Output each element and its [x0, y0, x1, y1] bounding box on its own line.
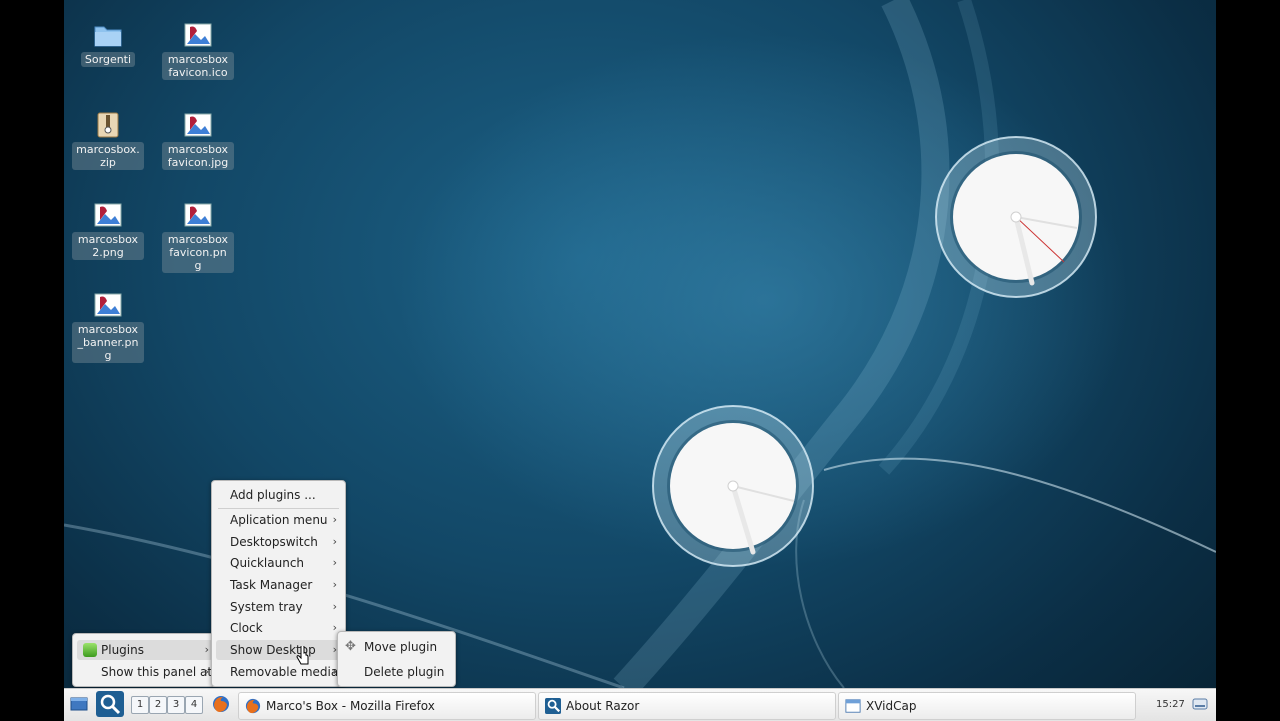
panel-context-menu: Plugins › Show this panel at › [72, 633, 218, 687]
image-icon [184, 202, 212, 228]
taskbar: 1 2 3 4 Marco's Box - Mozilla Firefox Ab… [64, 688, 1216, 721]
desktop-icon-banner-png[interactable]: marcosbox _banner.pn g [72, 292, 144, 363]
menu-item-label: Task Manager [230, 578, 313, 592]
workspace-label: 4 [190, 699, 198, 710]
image-icon [94, 292, 122, 318]
desktop-icon-label: marcosbox favicon.png [162, 232, 234, 273]
image-icon [184, 112, 212, 138]
workspace-2-button[interactable]: 2 [149, 696, 167, 714]
menu-item-application-menu[interactable]: Aplication menu › [216, 510, 341, 530]
task-firefox[interactable]: Marco's Box - Mozilla Firefox [238, 692, 536, 720]
application-menu-button[interactable] [96, 691, 124, 717]
workspace-3-button[interactable]: 3 [167, 696, 185, 714]
menu-item-plugins[interactable]: Plugins › [77, 640, 213, 660]
workspace-label: 3 [172, 699, 180, 710]
razor-icon [545, 698, 561, 714]
menu-item-label: Desktopswitch [230, 535, 318, 549]
desktop-icon-label: marcosbox favicon.ico [162, 52, 234, 80]
desktop-icon-favicon-jpg[interactable]: marcosbox favicon.jpg [162, 112, 234, 170]
menu-item-system-tray[interactable]: System tray › [216, 597, 341, 617]
desktop-icon-2-png[interactable]: marcosbox 2.png [72, 202, 144, 260]
workspace-label: 1 [136, 699, 144, 710]
chevron-right-icon: › [332, 578, 337, 591]
menu-item-label: Quicklaunch [230, 556, 305, 570]
task-label: XVidCap [866, 699, 917, 713]
razor-icon [100, 694, 121, 715]
desktop-icon-label: Sorgenti [80, 52, 136, 67]
chevron-right-icon: › [204, 665, 209, 678]
desktop-icon-favicon-png[interactable]: marcosbox favicon.png [162, 202, 234, 273]
task-label: Marco's Box - Mozilla Firefox [266, 699, 435, 713]
image-icon [94, 202, 122, 228]
menu-item-label: System tray [230, 600, 303, 614]
menu-item-label: Aplication menu [230, 513, 328, 527]
desktop-icon-zip[interactable]: marcosbox.zip [72, 112, 144, 170]
menu-item-clock[interactable]: Clock › [216, 618, 341, 638]
firefox-icon [213, 696, 229, 712]
menu-item-delete-plugin[interactable]: Delete plugin [342, 662, 451, 682]
removable-media-icon [1192, 698, 1208, 710]
show-desktop-icon [70, 697, 88, 711]
desktop-icon-label: marcosbox _banner.pn g [72, 322, 144, 363]
folder-icon [94, 22, 122, 48]
move-icon: ✥ [345, 639, 356, 654]
menu-item-show-desktop[interactable]: Show Desktop › [216, 640, 341, 660]
menu-item-label: Removable media [230, 665, 339, 679]
task-about-razor[interactable]: About Razor [538, 692, 836, 720]
menu-item-show-panel-at[interactable]: Show this panel at › [77, 662, 213, 682]
menu-item-removable-media[interactable]: Removable media › [216, 662, 341, 682]
menu-item-label: Plugins [101, 643, 144, 657]
desktop-icon-label: marcosbox.zip [72, 142, 144, 170]
task-label: About Razor [566, 699, 640, 713]
image-icon [184, 22, 212, 48]
mouse-cursor-icon [296, 646, 309, 665]
menu-separator [218, 508, 339, 509]
desktop-icon-label: marcosbox favicon.jpg [162, 142, 234, 170]
taskbar-clock[interactable]: 15:27 [1156, 689, 1185, 721]
chevron-right-icon: › [332, 556, 337, 569]
menu-item-label: Delete plugin [364, 665, 445, 679]
desktop-icon-favicon-ico[interactable]: marcosbox favicon.ico [162, 22, 234, 80]
screen: Sorgenti marcosbox favicon.ico marcosbox… [0, 0, 1280, 721]
menu-item-task-manager[interactable]: Task Manager › [216, 575, 341, 595]
chevron-right-icon: › [204, 643, 209, 656]
workspace-4-button[interactable]: 4 [185, 696, 203, 714]
menu-item-label: Show this panel at [101, 665, 213, 679]
menu-item-desktopswitch[interactable]: Desktopswitch › [216, 532, 341, 552]
show-desktop-button[interactable] [68, 693, 90, 715]
workspace-1-button[interactable]: 1 [131, 696, 149, 714]
menu-item-label: Move plugin [364, 640, 438, 654]
firefox-icon [245, 698, 261, 714]
plugins-submenu: Add plugins ... Aplication menu › Desktop… [211, 480, 346, 687]
workspace-label: 2 [154, 699, 162, 710]
quicklaunch-firefox[interactable] [212, 695, 232, 717]
menu-item-add-plugins[interactable]: Add plugins ... [216, 485, 341, 505]
removable-media-button[interactable] [1192, 696, 1210, 718]
plugins-icon [83, 643, 97, 657]
plugin-actions-submenu: ✥ Move plugin Delete plugin [337, 631, 456, 687]
menu-item-label: Clock [230, 621, 263, 635]
menu-item-label: Add plugins ... [230, 488, 316, 502]
chevron-right-icon: › [332, 513, 337, 526]
menu-item-quicklaunch[interactable]: Quicklaunch › [216, 553, 341, 573]
chevron-right-icon: › [332, 535, 337, 548]
desktop-icon-sorgenti[interactable]: Sorgenti [72, 22, 144, 67]
menu-item-move-plugin[interactable]: ✥ Move plugin [342, 637, 451, 657]
clock-widget[interactable] [934, 135, 1098, 299]
window-icon [845, 699, 861, 713]
task-xvidcap[interactable]: XVidCap [838, 692, 1136, 720]
clock-widget[interactable] [651, 404, 815, 568]
archive-icon [94, 112, 122, 138]
chevron-right-icon: › [332, 600, 337, 613]
desktop-icon-label: marcosbox 2.png [72, 232, 144, 260]
